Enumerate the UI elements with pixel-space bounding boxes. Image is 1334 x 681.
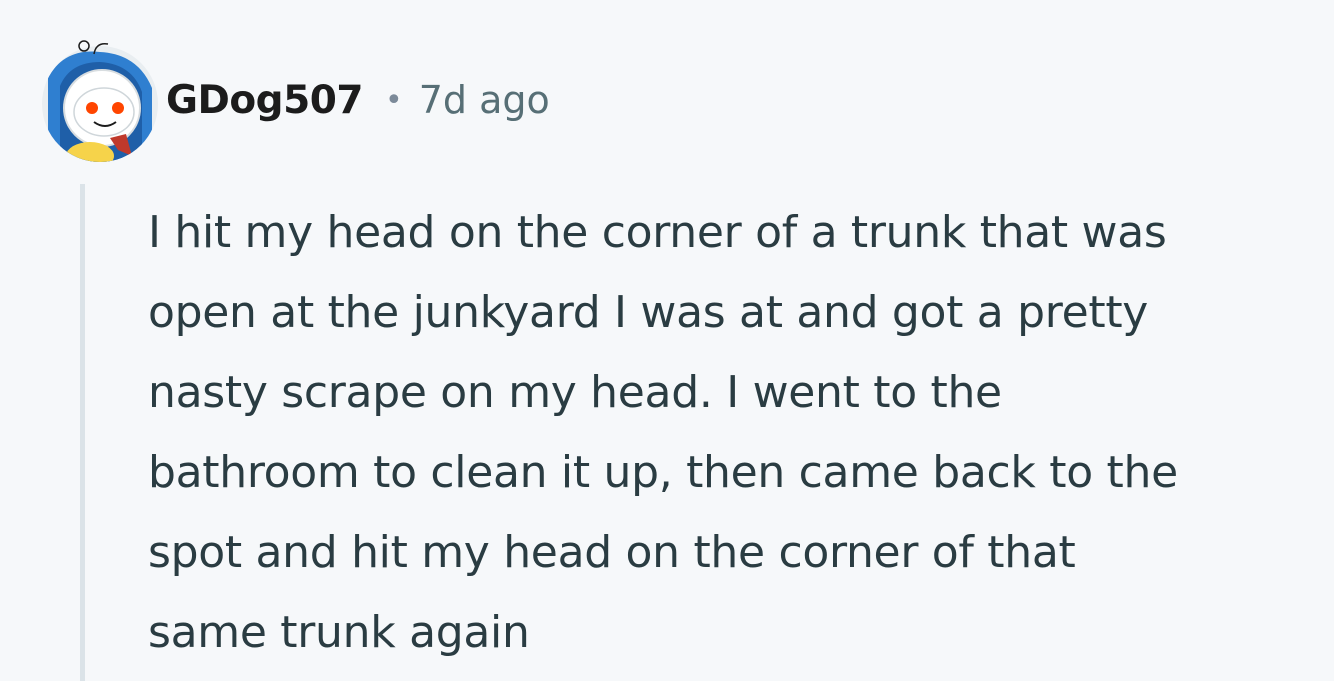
separator-dot: • (385, 82, 403, 118)
comment-body-line: nasty scrape on my head. I went to the (148, 367, 1002, 418)
comment-body-line: open at the junkyard I was at and got a … (148, 287, 1149, 338)
comment: GDog507 • 7d ago I hit my head on the co… (0, 0, 1334, 681)
comment-body-line: bathroom to clean it up, then came back … (148, 447, 1178, 498)
user-avatar-icon[interactable] (34, 38, 162, 162)
comment-body-line: I hit my head on the corner of a trunk t… (148, 207, 1167, 258)
comment-body-line: spot and hit my head on the corner of th… (148, 527, 1076, 578)
author-username[interactable]: GDog507 (166, 78, 364, 123)
thread-collapse-line[interactable] (80, 184, 85, 681)
comment-body-line: same trunk again (148, 607, 530, 658)
comment-timestamp[interactable]: 7d ago (419, 78, 550, 122)
comment-body: I hit my head on the corner of a trunk t… (148, 193, 1328, 673)
comment-header: GDog507 • 7d ago (166, 70, 550, 130)
